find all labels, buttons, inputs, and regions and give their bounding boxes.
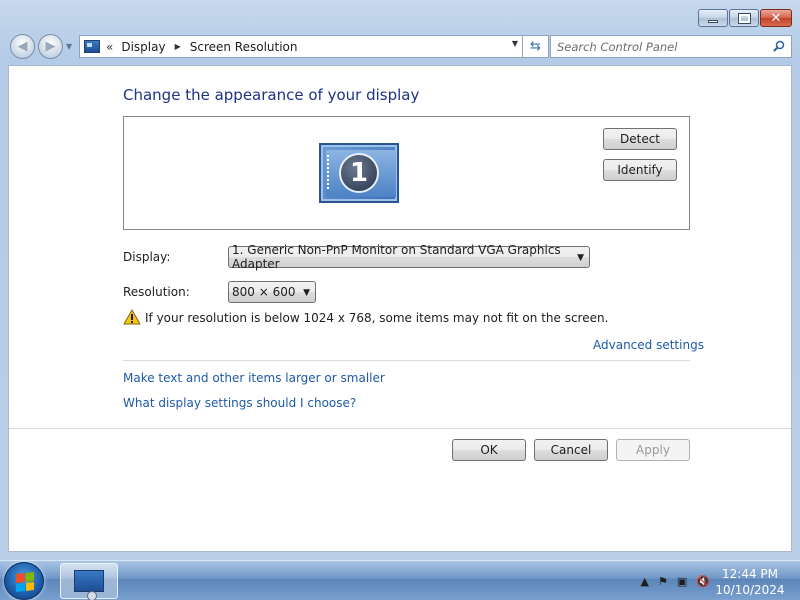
refresh-icon: ⇆ — [530, 39, 541, 54]
chevron-down-icon: ▼ — [577, 253, 584, 263]
maximize-icon — [737, 12, 751, 24]
control-panel-taskbar-icon — [74, 570, 104, 600]
resolution-select-value: 800 × 600 — [232, 285, 296, 299]
search-icon[interactable] — [773, 40, 785, 52]
forward-button[interactable]: ▶ — [38, 34, 63, 59]
display-help-link[interactable]: What display settings should I choose? — [123, 396, 356, 410]
search-input[interactable]: Search Control Panel — [550, 35, 792, 58]
taskbar-control-panel-button[interactable] — [60, 563, 118, 600]
breadcrumb-screen-resolution[interactable]: Screen Resolution — [190, 40, 298, 54]
control-panel-icon — [84, 40, 100, 53]
address-dropdown-icon[interactable]: ▼ — [512, 39, 518, 48]
search-placeholder: Search Control Panel — [557, 39, 678, 54]
apply-button[interactable]: Apply — [616, 439, 690, 461]
display-select-value: 1. Generic Non-PnP Monitor on Standard V… — [232, 243, 561, 271]
minimize-button[interactable] — [698, 9, 728, 27]
resolution-label: Resolution: — [123, 285, 190, 299]
divider — [123, 360, 690, 361]
identify-button[interactable]: Identify — [603, 159, 677, 181]
chevron-down-icon: ▼ — [303, 288, 310, 298]
display-select[interactable]: 1. Generic Non-PnP Monitor on Standard V… — [228, 243, 590, 271]
monitor-taskbar-strip — [327, 155, 333, 189]
resolution-select[interactable]: 800 × 600 ▼ — [228, 281, 316, 303]
display-label: Display: — [123, 250, 171, 264]
taskbar: ▲ ⚑ ▣ 🔇 12:44 PM 10/10/2024 — [0, 560, 800, 600]
navigation-bar: ◀ ▶ ▼ « Display ▶ Screen Resolution ▼ ⇆ … — [8, 32, 792, 60]
detect-button[interactable]: Detect — [603, 128, 677, 150]
clock-time: 12:44 PM — [722, 567, 778, 581]
monitor-number-badge: 1 — [339, 153, 379, 193]
breadcrumb-separator-icon[interactable]: ▶ — [175, 42, 181, 51]
forward-arrow-icon: ▶ — [45, 39, 56, 54]
monitor-1-tile[interactable]: 1 — [319, 143, 399, 203]
page-title: Change the appearance of your display — [123, 86, 420, 104]
content-pane: Change the appearance of your display 1 … — [8, 65, 792, 552]
monitor-preview-area: 1 Detect Identify — [123, 116, 690, 230]
back-button[interactable]: ◀ — [10, 34, 35, 59]
warning-icon — [123, 309, 141, 325]
breadcrumb-display[interactable]: Display — [121, 40, 165, 54]
minimize-icon — [708, 19, 718, 23]
address-bar[interactable]: « Display ▶ Screen Resolution ▼ — [79, 35, 523, 58]
action-center-flag-icon[interactable]: ⚑ — [658, 575, 668, 588]
caption-buttons: ✕ — [698, 9, 792, 27]
resolution-warning-text: If your resolution is below 1024 x 768, … — [145, 311, 609, 325]
show-hidden-icons-icon[interactable]: ▲ — [641, 575, 649, 588]
volume-muted-icon[interactable]: 🔇 — [696, 575, 710, 588]
close-button[interactable]: ✕ — [760, 9, 792, 27]
cancel-button[interactable]: Cancel — [534, 439, 608, 461]
control-panel-window: ✕ ◀ ▶ ▼ « Display ▶ Screen Resolution ▼ … — [0, 0, 800, 560]
recent-pages-dropdown-icon[interactable]: ▼ — [66, 42, 74, 51]
clock-date: 10/10/2024 — [715, 583, 785, 597]
refresh-button[interactable]: ⇆ — [523, 35, 549, 58]
text-size-link[interactable]: Make text and other items larger or smal… — [123, 371, 385, 385]
start-button[interactable] — [4, 562, 44, 600]
close-icon: ✕ — [770, 10, 782, 26]
ok-button[interactable]: OK — [452, 439, 526, 461]
address-overflow-chevron[interactable]: « — [106, 40, 113, 54]
system-clock[interactable]: 12:44 PM 10/10/2024 — [712, 566, 788, 598]
windows-logo-icon — [16, 572, 34, 592]
advanced-settings-link[interactable]: Advanced settings — [593, 338, 704, 352]
back-arrow-icon: ◀ — [17, 39, 28, 54]
network-icon[interactable]: ▣ — [677, 575, 687, 588]
maximize-button[interactable] — [729, 9, 759, 27]
footer-divider — [9, 428, 791, 429]
